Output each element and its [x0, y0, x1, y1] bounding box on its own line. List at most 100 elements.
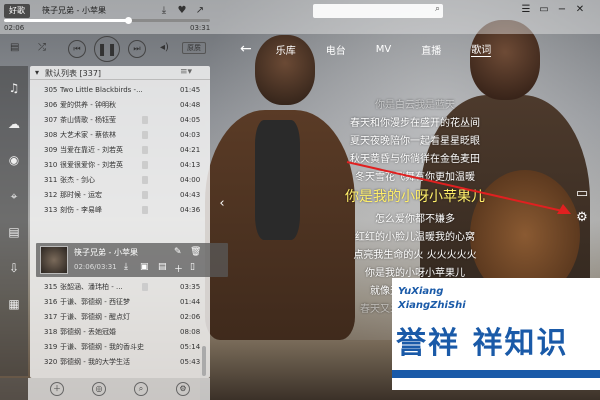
location-icon[interactable]: ⌖ [6, 188, 22, 204]
list-item[interactable]: 306 爱的供养 - 钟明秋 04:48 [30, 98, 210, 112]
add-icon[interactable]: ＋ [50, 382, 64, 396]
mv-icon[interactable] [142, 176, 148, 184]
pause-button[interactable]: ❚❚ [94, 36, 120, 62]
close-icon[interactable]: ✕ [574, 4, 586, 15]
row-duration: 05:43 [180, 358, 201, 366]
shuffle-icon[interactable]: ⤮ [38, 42, 46, 53]
lyric-line: 点亮我生命的火 火火火火火 [353, 250, 477, 261]
mode-pill[interactable]: 好歌 [4, 4, 30, 18]
cloud-icon[interactable]: ☁ [6, 116, 22, 132]
scrollbar[interactable] [202, 346, 206, 376]
playlist-header[interactable]: ▾ 默认列表 [337] ≡▾ [30, 66, 210, 80]
minimode-icon[interactable]: ▭ [538, 4, 550, 15]
tab-library[interactable]: 乐库 [276, 42, 296, 57]
collapse-panel-icon[interactable]: ‹ [214, 196, 230, 211]
document-icon[interactable]: ▤ [6, 224, 22, 240]
previous-button[interactable]: ⏮ [68, 40, 86, 58]
row-title: Two Little Blackbirds -... [60, 86, 143, 94]
list-item[interactable]: 319 于谦、郭德纲 - 我的香斗史 05:14 [30, 340, 210, 354]
search-input[interactable]: ⌕ [313, 4, 443, 18]
row-duration: 04:43 [180, 191, 201, 199]
quality-dropdown[interactable]: 原质 [182, 42, 206, 54]
minimize-icon[interactable]: − [556, 4, 568, 15]
radio-icon[interactable]: ◉ [6, 152, 22, 168]
tab-live[interactable]: 直播 [421, 42, 441, 57]
row-title: 郭德纲 - 我的大学生活 [60, 358, 130, 366]
row-title: 郭德纲 - 丢她冠婚 [60, 328, 116, 336]
mv-icon[interactable] [142, 283, 148, 291]
mv-icon[interactable] [142, 146, 148, 154]
back-arrow-icon[interactable]: ← [240, 41, 252, 57]
mv-icon[interactable] [142, 161, 148, 169]
row-add-icon[interactable]: ＋ [174, 262, 183, 275]
row-title: 茶山情歌 - 杨钰莹 [60, 116, 116, 124]
list-item[interactable]: 307 茶山情歌 - 杨钰莹 04:05 [30, 113, 210, 127]
row-title: 那时候 - 运宏 [60, 191, 102, 199]
apps-icon[interactable]: ▦ [6, 296, 22, 312]
lyric-line: 夏天夜晚陪你一起看星星眨眼 [350, 136, 480, 147]
mv-icon[interactable] [142, 206, 148, 214]
row-more-icon[interactable]: ▯ [190, 262, 195, 272]
list-item[interactable]: 316 于谦、郭德纲 - 西征梦 01:44 [30, 295, 210, 309]
row-number: 309 [44, 146, 58, 154]
download-icon[interactable]: ⤓ [158, 5, 170, 17]
tab-radio[interactable]: 电台 [326, 42, 346, 57]
watermark-en-line1: YuXiang [398, 286, 444, 297]
lyrics-toggle-icon[interactable]: ▤ [10, 42, 19, 53]
list-item[interactable]: 312 那时候 - 运宏 04:43 [30, 188, 210, 202]
row-number: 312 [44, 191, 58, 199]
row-mv-icon[interactable]: ▣ [140, 262, 149, 272]
list-item[interactable]: 315 张韶涵、潘玮柏 - ... 03:35 [30, 280, 210, 294]
row-duration: 02:06 [180, 313, 201, 321]
delete-icon[interactable]: 🗑 [190, 247, 201, 257]
list-item[interactable]: 317 于谦、郭德纲 - 醒点灯 02:06 [30, 310, 210, 324]
row-download-icon[interactable]: ⤓ [124, 262, 128, 272]
mv-icon[interactable] [142, 191, 148, 199]
row-number: 305 [44, 86, 58, 94]
album-thumbnail[interactable] [40, 246, 68, 274]
list-item[interactable]: 320 郭德纲 - 我的大学生活 05:43 [30, 355, 210, 369]
locate-icon[interactable]: ◎ [92, 382, 106, 396]
row-title: 很爱很爱你 - 刘若英 [60, 161, 123, 169]
row-title: 张韶涵、潘玮柏 - ... [60, 283, 123, 291]
progress-knob[interactable] [124, 17, 132, 24]
list-item[interactable]: 308 大艺术家 - 蔡依林 04:03 [30, 128, 210, 142]
row-number: 317 [44, 313, 58, 321]
music-note-icon[interactable]: ♫ [6, 80, 22, 96]
collapse-icon[interactable]: ▾ [35, 68, 39, 77]
time-current: 02:06 [4, 24, 25, 32]
next-button[interactable]: ⏭ [128, 40, 146, 58]
list-item[interactable]: 311 张杰 - 剑心 04:00 [30, 173, 210, 187]
list-item[interactable]: 310 很爱很爱你 - 刘若英 04:13 [30, 158, 210, 172]
heart-icon[interactable]: ♥ [176, 5, 188, 17]
row-duration: 04:03 [180, 131, 201, 139]
now-playing-row[interactable]: 筷子兄弟 - 小苹果 02:06/03:31 ✎ 🗑 ⤓ ▣ ▤ ＋ ▯ [36, 243, 228, 277]
row-list-icon[interactable]: ▤ [158, 262, 167, 272]
search-icon[interactable]: ⌕ [435, 4, 440, 14]
row-duration: 04:48 [180, 101, 201, 109]
now-playing-row-time: 02:06/03:31 [74, 263, 117, 271]
tab-lyrics[interactable]: 歌词 [471, 41, 492, 57]
arrow-head [557, 204, 571, 214]
skin-icon[interactable]: ☰ [520, 4, 532, 15]
list-item[interactable]: 305 Two Little Blackbirds -... 01:45 [30, 83, 210, 97]
tab-mv[interactable]: MV [376, 44, 391, 55]
row-number: 311 [44, 176, 58, 184]
settings-list-icon[interactable]: ⚙ [176, 382, 190, 396]
arrow-shaft [346, 161, 568, 213]
search-list-icon[interactable]: ⌕ [134, 382, 148, 396]
download-manager-icon[interactable]: ⇩ [6, 260, 22, 276]
list-item[interactable]: 313 刻伤 - 李易峰 04:36 [30, 203, 210, 217]
edit-icon[interactable]: ✎ [174, 247, 182, 257]
singer-left-shirt [255, 120, 300, 240]
list-item[interactable]: 309 当爱在靠近 - 刘若英 04:21 [30, 143, 210, 157]
playlist-menu-icon[interactable]: ≡▾ [180, 67, 192, 77]
volume-icon[interactable]: ◂) [160, 42, 169, 53]
progress-bar[interactable] [4, 17, 210, 24]
mv-icon[interactable] [142, 131, 148, 139]
list-item[interactable]: 318 郭德纲 - 丢她冠婚 08:08 [30, 325, 210, 339]
row-title: 于谦、郭德纲 - 我的香斗史 [60, 343, 144, 351]
mv-icon[interactable] [142, 116, 148, 124]
share-icon[interactable]: ↗ [194, 5, 206, 17]
lyric-line: 春天和你漫步在盛开的花丛间 [350, 118, 480, 129]
